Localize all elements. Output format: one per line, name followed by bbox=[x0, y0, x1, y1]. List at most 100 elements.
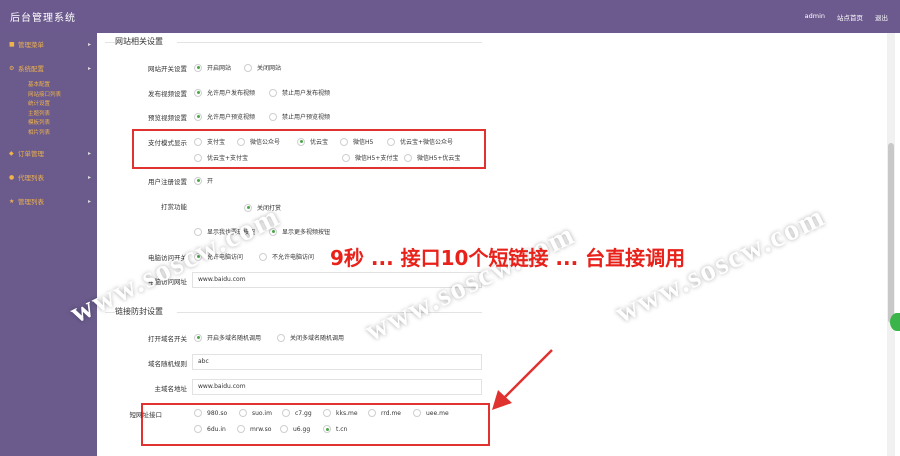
radio-dot[interactable] bbox=[194, 409, 202, 417]
sidebar-item-orders[interactable]: ◆ 订单管理 ▸ bbox=[0, 142, 97, 166]
radio-dot[interactable] bbox=[280, 425, 288, 433]
radio-dot[interactable] bbox=[387, 137, 395, 146]
radio-dot[interactable] bbox=[194, 333, 202, 342]
site-switch-label: 网站开关设置 bbox=[148, 65, 187, 73]
scrollbar-thumb[interactable] bbox=[888, 143, 894, 323]
sidebar-item-agents[interactable]: ● 代理列表 ▸ bbox=[0, 166, 97, 190]
submenu-item[interactable]: 基本配置 bbox=[28, 81, 97, 91]
sidebar-item-label: 系统配置 bbox=[18, 65, 44, 73]
radio-pay-h5-alipay[interactable]: 微信H5+支付宝 bbox=[342, 153, 398, 162]
publish-video-label: 发布视频设置 bbox=[148, 90, 187, 98]
radio-short-u6gg[interactable]: u6.gg bbox=[280, 425, 310, 433]
radio-random-domain-off[interactable]: 关闭多域名随机调用 bbox=[277, 333, 344, 342]
star-icon: ★ bbox=[9, 198, 15, 205]
sidebar-submenu: 基本配置 网站接口列表 统计设置 主题列表 模板列表 相片列表 bbox=[0, 81, 97, 142]
radio-dot[interactable] bbox=[194, 425, 202, 433]
radio-dot[interactable] bbox=[340, 137, 348, 146]
submenu-item[interactable]: 主题列表 bbox=[28, 110, 97, 120]
radio-short-rrdme[interactable]: rrd.me bbox=[368, 409, 401, 417]
user-link[interactable]: admin bbox=[805, 12, 825, 22]
radio-short-mrwso[interactable]: mrw.so bbox=[237, 425, 271, 433]
radio-preview-allow[interactable]: 允许用户预览视频 bbox=[194, 112, 255, 121]
chevron-right-icon: ▸ bbox=[87, 198, 91, 205]
radio-dot[interactable] bbox=[342, 153, 350, 162]
sidebar-item-label: 订单管理 bbox=[18, 150, 44, 158]
radio-pc-deny[interactable]: 不允许电脑访问 bbox=[259, 252, 314, 261]
radio-dot[interactable] bbox=[368, 409, 376, 417]
sidebar: ■ 管理菜单 ▸ ⚙ 系统配置 ▸ 基本配置 网站接口列表 统计设置 主题列表 … bbox=[0, 33, 97, 456]
radio-dot[interactable] bbox=[277, 333, 285, 342]
radio-dot[interactable] bbox=[413, 409, 421, 417]
radio-pay-yyb-wechat-mp[interactable]: 优云宝+微信公众号 bbox=[387, 137, 453, 146]
domain-rule-input[interactable]: abc bbox=[192, 354, 482, 370]
sidebar-item-label: 管理列表 bbox=[18, 198, 44, 206]
radio-dot[interactable] bbox=[194, 63, 202, 72]
radio-dot[interactable] bbox=[194, 112, 202, 121]
sidebar-item-menu[interactable]: ■ 管理菜单 ▸ bbox=[0, 33, 97, 57]
radio-pay-wechat-mp[interactable]: 微信公众号 bbox=[237, 137, 280, 146]
radio-dot[interactable] bbox=[194, 88, 202, 97]
radio-dot[interactable] bbox=[269, 88, 277, 97]
user-icon: ● bbox=[9, 174, 15, 181]
radio-short-kksme[interactable]: kks.me bbox=[323, 409, 358, 417]
radio-dot[interactable] bbox=[237, 137, 245, 146]
radio-short-ueeme[interactable]: uee.me bbox=[413, 409, 449, 417]
radio-register-open[interactable]: 开 bbox=[194, 176, 213, 185]
domain-rule-label: 域名随机规则 bbox=[148, 360, 187, 368]
domain-switch-label: 打开域名开关 bbox=[148, 335, 187, 343]
radio-random-domain-on[interactable]: 开启多域名随机调用 bbox=[194, 333, 261, 342]
sidebar-item-label: 管理菜单 bbox=[18, 41, 44, 49]
radio-pay-wechat-h5[interactable]: 微信H5 bbox=[340, 137, 373, 146]
radio-dot[interactable] bbox=[194, 153, 202, 162]
radio-pay-alipay[interactable]: 支付宝 bbox=[194, 137, 225, 146]
radio-short-suoim[interactable]: suo.im bbox=[239, 409, 272, 417]
submenu-item[interactable]: 模板列表 bbox=[28, 119, 97, 129]
top-bar: 后台管理系统 admin 站点首页 退出 bbox=[0, 0, 900, 33]
sidebar-item-admins[interactable]: ★ 管理列表 ▸ bbox=[0, 190, 97, 214]
promo-headline: 9秒 ... 接口10个短链接 ... 台直接调用 bbox=[330, 246, 686, 270]
radio-publish-allow[interactable]: 允许用户发布视频 bbox=[194, 88, 255, 97]
radio-dot[interactable] bbox=[244, 63, 252, 72]
radio-dot[interactable] bbox=[323, 425, 331, 433]
submenu-item[interactable]: 相片列表 bbox=[28, 129, 97, 139]
divider bbox=[177, 42, 482, 43]
radio-dot[interactable] bbox=[269, 112, 277, 121]
sidebar-item-label: 代理列表 bbox=[18, 174, 44, 182]
preview-video-label: 预览视频设置 bbox=[148, 114, 187, 122]
radio-dot[interactable] bbox=[297, 137, 305, 146]
app-title: 后台管理系统 bbox=[10, 13, 76, 24]
radio-pay-yyb-alipay[interactable]: 优云宝+支付宝 bbox=[194, 153, 248, 162]
gear-icon: ⚙ bbox=[9, 65, 15, 72]
site-home-link[interactable]: 站点首页 bbox=[837, 12, 863, 22]
cart-icon: ◆ bbox=[9, 150, 14, 157]
radio-pay-h5-yyb[interactable]: 微信H5+优云宝 bbox=[404, 153, 460, 162]
radio-dot[interactable] bbox=[323, 409, 331, 417]
radio-site-close[interactable]: 关闭网站 bbox=[244, 63, 281, 72]
radio-pay-youyunbao[interactable]: 优云宝 bbox=[297, 137, 328, 146]
radio-dot[interactable] bbox=[237, 425, 245, 433]
radio-publish-deny[interactable]: 禁止用户发布视频 bbox=[269, 88, 330, 97]
radio-dot[interactable] bbox=[259, 252, 267, 261]
radio-preview-deny[interactable]: 禁止用户预览视频 bbox=[269, 112, 330, 121]
radio-dot[interactable] bbox=[404, 153, 412, 162]
home-icon: ■ bbox=[9, 41, 15, 48]
radio-short-tcn[interactable]: t.cn bbox=[323, 425, 347, 433]
tip-feature-label: 打赏功能 bbox=[161, 203, 187, 211]
arrow-icon bbox=[492, 349, 553, 410]
scrollbar[interactable] bbox=[887, 33, 895, 456]
radio-short-6duin[interactable]: 6du.in bbox=[194, 425, 226, 433]
submenu-item[interactable]: 统计设置 bbox=[28, 100, 97, 110]
floating-side-button[interactable] bbox=[890, 313, 900, 331]
radio-dot[interactable] bbox=[194, 137, 202, 146]
main-domain-input[interactable]: www.baidu.com bbox=[192, 379, 482, 395]
radio-dot[interactable] bbox=[282, 409, 290, 417]
submenu-item[interactable]: 网站接口列表 bbox=[28, 91, 97, 101]
radio-site-open[interactable]: 开启网站 bbox=[194, 63, 231, 72]
radio-short-980so[interactable]: 980.so bbox=[194, 409, 227, 417]
user-register-label: 用户注册设置 bbox=[148, 178, 187, 186]
radio-dot[interactable] bbox=[239, 409, 247, 417]
logout-link[interactable]: 退出 bbox=[875, 12, 888, 22]
radio-short-c7gg[interactable]: c7.gg bbox=[282, 409, 312, 417]
sidebar-item-config[interactable]: ⚙ 系统配置 ▸ bbox=[0, 57, 97, 81]
radio-dot[interactable] bbox=[194, 176, 202, 185]
